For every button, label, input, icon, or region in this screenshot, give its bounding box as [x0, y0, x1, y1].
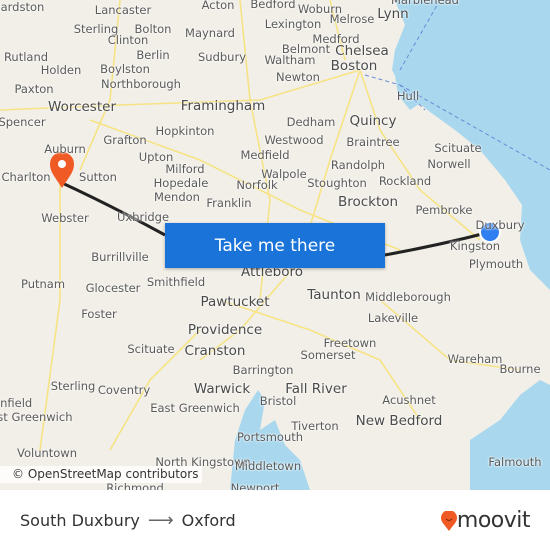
place-label: Warwick — [193, 381, 251, 397]
buzzards-bay — [470, 380, 550, 490]
take-me-there-button[interactable]: Take me there — [165, 223, 385, 268]
place-label: Webster — [41, 211, 89, 225]
place-label: Quincy — [349, 113, 397, 129]
place-label: Randolph — [330, 158, 386, 172]
place-label: Kingston — [449, 239, 501, 253]
place-label: Medfield — [240, 148, 290, 162]
place-label: Voluntown — [16, 446, 78, 460]
moovit-pin-icon — [440, 510, 457, 531]
place-label: Norfolk — [236, 178, 278, 192]
place-label: Barrington — [232, 363, 294, 377]
place-label: Lancaster — [94, 3, 152, 17]
place-label: Duxbury — [475, 218, 525, 232]
place-label: Spencer — [0, 115, 46, 129]
place-label: Sudbury — [197, 50, 247, 64]
place-label: Boylston — [100, 62, 150, 76]
place-label: Lynn — [377, 6, 409, 22]
place-label: Scituate — [434, 141, 482, 155]
place-label: Gardston — [0, 0, 45, 14]
place-label: Foster — [81, 307, 117, 321]
place-label: Westwood — [264, 133, 324, 147]
place-label: Newport — [230, 481, 280, 490]
place-label: Holden — [40, 63, 82, 77]
place-label: Lexington — [264, 17, 322, 31]
place-label: Berlin — [136, 48, 170, 62]
place-label: Coventry — [97, 383, 151, 397]
place-label: Maynard — [185, 26, 235, 40]
place-label: Bristol — [259, 394, 297, 408]
place-label: Glocester — [85, 281, 141, 295]
place-label: Northborough — [101, 77, 181, 91]
place-label: Chelsea — [335, 43, 389, 59]
place-label: Plainfield — [0, 396, 33, 410]
place-label: Brockton — [337, 194, 399, 210]
place-label: Pawtucket — [200, 294, 270, 310]
place-label: Burrillville — [91, 250, 149, 264]
place-label: Smithfield — [146, 275, 206, 289]
place-label: Hopkinton — [155, 124, 215, 138]
place-label: Middleborough — [365, 290, 451, 304]
place-label: Cranston — [184, 343, 246, 359]
place-label: Hull — [396, 89, 420, 103]
place-label: Hopedale — [153, 176, 209, 190]
place-label: Melrose — [329, 12, 375, 26]
place-label: West Greenwich — [0, 410, 73, 424]
arrow-right-icon: ⟶ — [147, 510, 174, 531]
place-label: Paxton — [14, 82, 54, 96]
place-label: Mendon — [154, 190, 200, 204]
place-label: Somerset — [300, 348, 356, 362]
place-label: Norwell — [427, 157, 471, 171]
place-label: Plymouth — [468, 257, 524, 271]
destination-name: Oxford — [181, 511, 236, 530]
destination-pin-icon — [50, 152, 74, 188]
place-label: Dedham — [286, 115, 336, 129]
place-label: Taunton — [307, 287, 361, 303]
place-label: Lakeville — [367, 311, 419, 325]
place-label: Bourne — [499, 362, 541, 376]
place-label: Sutton — [79, 170, 117, 184]
place-label: Stoughton — [307, 176, 367, 190]
place-label: East Greenwich — [150, 401, 240, 415]
place-label: Franklin — [206, 196, 252, 210]
place-label: Waltham — [264, 53, 316, 67]
place-label: Newton — [276, 70, 320, 84]
map[interactable]: GardstonLancasterActonBedfordWoburnMelro… — [0, 0, 550, 490]
place-label: Uxbridge — [116, 210, 170, 224]
place-label: Bedford — [250, 0, 296, 11]
place-label: Rutland — [3, 50, 49, 64]
moovit-logo[interactable]: moovit — [440, 508, 531, 533]
brand-name: moovit — [456, 508, 531, 533]
place-label: New Bedford — [355, 413, 443, 429]
place-label: Braintree — [346, 135, 400, 149]
place-label: Worcester — [48, 99, 116, 115]
place-label: Grafton — [103, 133, 147, 147]
place-label: Scituate — [127, 342, 175, 356]
place-label: Milford — [165, 162, 205, 176]
place-label: Auburn — [44, 142, 86, 156]
place-label: Falmouth — [488, 455, 542, 469]
place-label: Boston — [330, 58, 378, 74]
place-label: Acushnet — [382, 393, 436, 407]
route-title: South Duxbury ⟶ Oxford — [20, 510, 236, 531]
footer: South Duxbury ⟶ Oxford moovit — [0, 490, 550, 550]
place-label: Clinton — [107, 33, 149, 47]
place-label: Marblehead — [391, 0, 459, 7]
place-label: Framingham — [180, 98, 266, 114]
place-label: Providence — [187, 322, 263, 338]
place-label: Charlton — [1, 170, 51, 184]
attribution[interactable]: © OpenStreetMap contributors — [0, 466, 203, 483]
place-label: Middletown — [234, 459, 302, 473]
place-label: Pembroke — [415, 203, 473, 217]
place-label: Acton — [201, 0, 235, 12]
place-label: Sterling — [50, 379, 96, 393]
place-label: Wareham — [447, 352, 503, 366]
place-label: Putnam — [20, 277, 66, 291]
origin-name: South Duxbury — [20, 511, 140, 530]
place-label: Portsmouth — [236, 430, 304, 444]
place-label: Rockland — [378, 174, 432, 188]
